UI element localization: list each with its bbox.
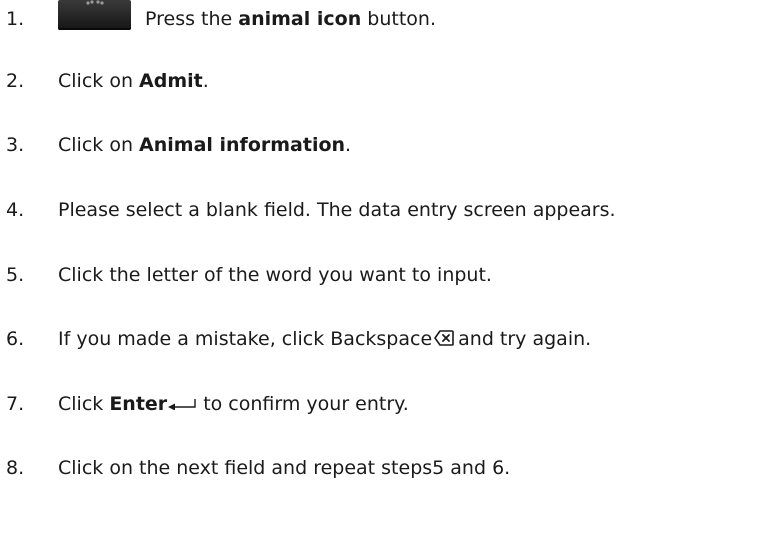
backspace-icon [434, 330, 454, 346]
step-text: Press the animal icon button. [145, 2, 436, 36]
step-text: If you made a mistake, click Backspace a… [58, 322, 591, 356]
step-text: Please select a blank field. The data en… [58, 199, 616, 221]
step-text: Click the letter of the word you want to… [58, 264, 492, 286]
step-text: Click on the next field and repeat steps… [58, 457, 511, 479]
step-text-bold: Animal information [139, 134, 346, 156]
step-number: 2. [6, 70, 25, 92]
instruction-list: 1. Press the animal icon button. 2. Clic… [0, 0, 758, 534]
step-text: Click Enter to confirm your entry. [58, 387, 409, 421]
step-number: 1. [6, 8, 25, 30]
step-text-pre: Click on [58, 70, 140, 92]
enter-arrow-icon [168, 399, 196, 410]
step-number: 7. [6, 393, 25, 415]
step-text-pre: Click [58, 393, 110, 415]
step-text-bold: Enter [109, 393, 168, 415]
step-text-post: . [202, 70, 209, 92]
step-text-post: and try again. [458, 328, 592, 350]
step-text: Click on Admit. [58, 64, 209, 98]
step-text-bold: Admit [139, 70, 203, 92]
step-number: 8. [6, 457, 25, 479]
step-text-pre: Press the [145, 8, 239, 30]
step-number: 3. [6, 134, 25, 156]
step-text-pre: Click on [58, 134, 140, 156]
step-number: 6. [6, 328, 25, 350]
step-text-post: button. [361, 8, 436, 30]
step-text-bold: animal icon [238, 8, 362, 30]
step-text: Click on Animal information. [58, 128, 351, 162]
step-number: 5. [6, 264, 25, 286]
step-number: 4. [6, 199, 25, 221]
step-text-post: to confirm your entry. [203, 393, 409, 415]
step-text-post: . [345, 134, 352, 156]
animal-icon [86, 0, 104, 5]
step-text-pre: If you made a mistake, click Backspace [58, 328, 433, 350]
animal-icon-button [58, 0, 131, 30]
